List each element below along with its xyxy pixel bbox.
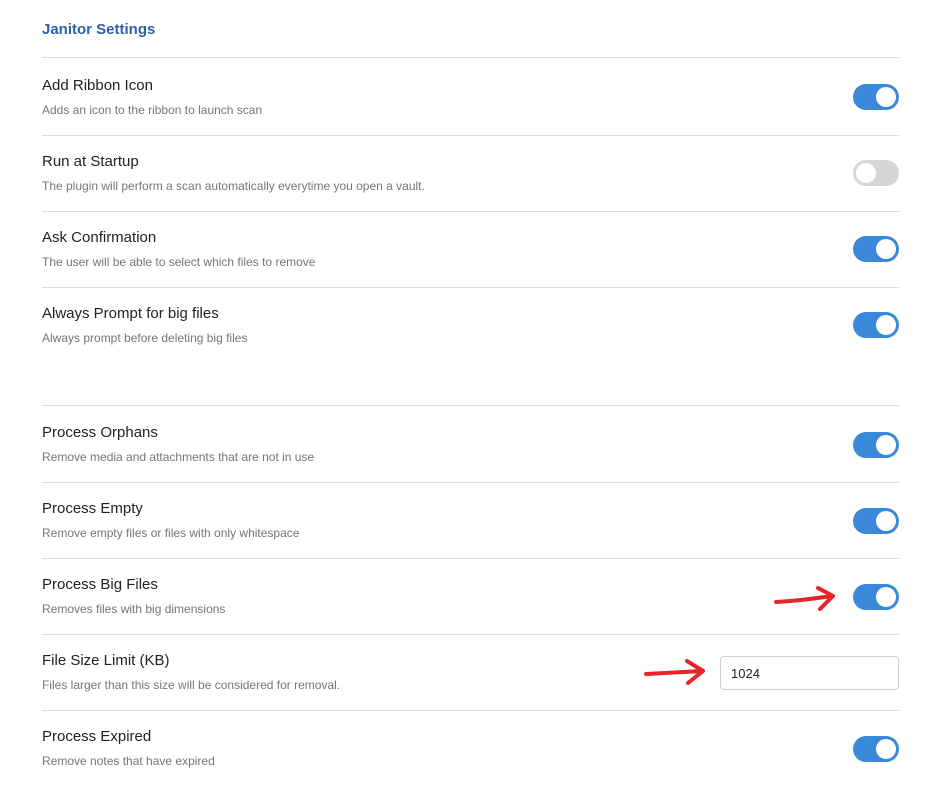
setting-name: Always Prompt for big files xyxy=(42,305,219,322)
setting-name: Run at Startup xyxy=(42,153,139,170)
setting-process-empty: Process Empty Remove empty files or file… xyxy=(42,482,899,558)
red-arrow-annotation xyxy=(774,586,835,611)
file-size-limit-input[interactable] xyxy=(720,656,899,690)
setting-name: Ask Confirmation xyxy=(42,229,157,246)
setting-process-orphans: Process Orphans Remove media and attachm… xyxy=(42,405,899,482)
red-arrow-annotation xyxy=(644,659,705,685)
always-prompt-big-files-toggle[interactable] xyxy=(853,312,899,338)
setting-description: Remove empty files or files with only wh… xyxy=(42,526,300,540)
setting-ask-confirmation: Ask Confirmation The user will be able t… xyxy=(42,211,899,287)
process-expired-toggle[interactable] xyxy=(853,736,899,762)
setting-add-ribbon-icon: Add Ribbon Icon Adds an icon to the ribb… xyxy=(42,57,899,135)
toggle-knob xyxy=(876,239,896,259)
add-ribbon-icon-toggle[interactable] xyxy=(853,84,899,110)
setting-file-size-limit: File Size Limit (KB) Files larger than t… xyxy=(42,634,899,710)
janitor-settings-page: Janitor Settings Add Ribbon Icon Adds an… xyxy=(0,0,945,786)
toggle-knob xyxy=(856,163,876,183)
setting-description: Files larger than this size will be cons… xyxy=(42,678,341,692)
setting-description: Remove media and attachments that are no… xyxy=(42,450,315,464)
setting-name: Process Big Files xyxy=(42,576,158,593)
setting-description: Adds an icon to the ribbon to launch sca… xyxy=(42,103,263,117)
toggle-knob xyxy=(876,739,896,759)
ask-confirmation-toggle[interactable] xyxy=(853,236,899,262)
setting-description: Always prompt before deleting big files xyxy=(42,331,248,345)
process-empty-toggle[interactable] xyxy=(853,508,899,534)
setting-name: Process Expired xyxy=(42,728,152,745)
setting-run-at-startup: Run at Startup The plugin will perform a… xyxy=(42,135,899,211)
toggle-knob xyxy=(876,87,896,107)
toggle-knob xyxy=(876,435,896,455)
setting-description: Removes files with big dimensions xyxy=(42,602,226,616)
setting-name: Add Ribbon Icon xyxy=(42,77,153,94)
toggle-knob xyxy=(876,315,896,335)
setting-name: File Size Limit (KB) xyxy=(42,652,170,669)
toggle-knob xyxy=(876,587,896,607)
setting-process-big-files: Process Big Files Removes files with big… xyxy=(42,558,899,634)
process-orphans-toggle[interactable] xyxy=(853,432,899,458)
toggle-knob xyxy=(876,511,896,531)
setting-description: The plugin will perform a scan automatic… xyxy=(42,179,425,193)
run-at-startup-toggle[interactable] xyxy=(853,160,899,186)
process-big-files-toggle[interactable] xyxy=(853,584,899,610)
setting-always-prompt-big-files: Always Prompt for big files Always promp… xyxy=(42,287,899,405)
setting-description: Remove notes that have expired xyxy=(42,754,215,768)
settings-heading: Janitor Settings xyxy=(42,21,156,38)
setting-name: Process Orphans xyxy=(42,424,158,441)
setting-process-expired: Process Expired Remove notes that have e… xyxy=(42,710,899,786)
setting-description: The user will be able to select which fi… xyxy=(42,255,316,269)
setting-name: Process Empty xyxy=(42,500,143,517)
